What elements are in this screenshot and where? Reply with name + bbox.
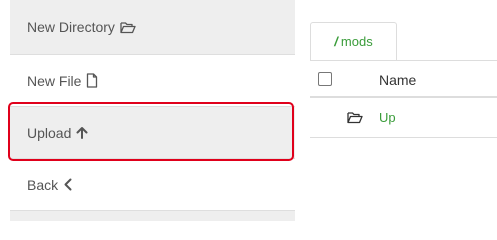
menu-filler bbox=[10, 211, 295, 221]
table-row[interactable]: Up bbox=[310, 98, 497, 138]
select-all-checkbox[interactable] bbox=[318, 72, 332, 86]
folder-open-icon bbox=[347, 111, 363, 129]
new-directory-button[interactable]: New Directory bbox=[10, 0, 295, 55]
upload-button[interactable]: Upload bbox=[10, 107, 295, 159]
file-icon bbox=[86, 73, 98, 88]
path-tab-label: mods bbox=[340, 34, 373, 49]
new-directory-label: New Directory bbox=[27, 19, 115, 35]
name-column-header[interactable]: Name bbox=[379, 72, 416, 88]
table-header: Name bbox=[310, 60, 497, 98]
upload-label: Upload bbox=[27, 124, 72, 141]
path-tab-mods[interactable]: / mods bbox=[310, 22, 397, 60]
folder-open-icon bbox=[120, 21, 136, 34]
new-file-button[interactable]: New File bbox=[10, 55, 295, 107]
file-table: Name Up bbox=[310, 60, 497, 221]
back-button[interactable]: Back bbox=[10, 159, 295, 211]
path-slash: / bbox=[334, 34, 338, 49]
arrow-up-icon bbox=[76, 126, 88, 139]
new-file-label: New File bbox=[27, 72, 82, 89]
chevron-left-icon bbox=[63, 178, 73, 191]
up-link[interactable]: Up bbox=[379, 110, 396, 125]
back-label: Back bbox=[27, 176, 59, 193]
action-sidebar: New Directory New File Upload Back bbox=[10, 0, 295, 221]
